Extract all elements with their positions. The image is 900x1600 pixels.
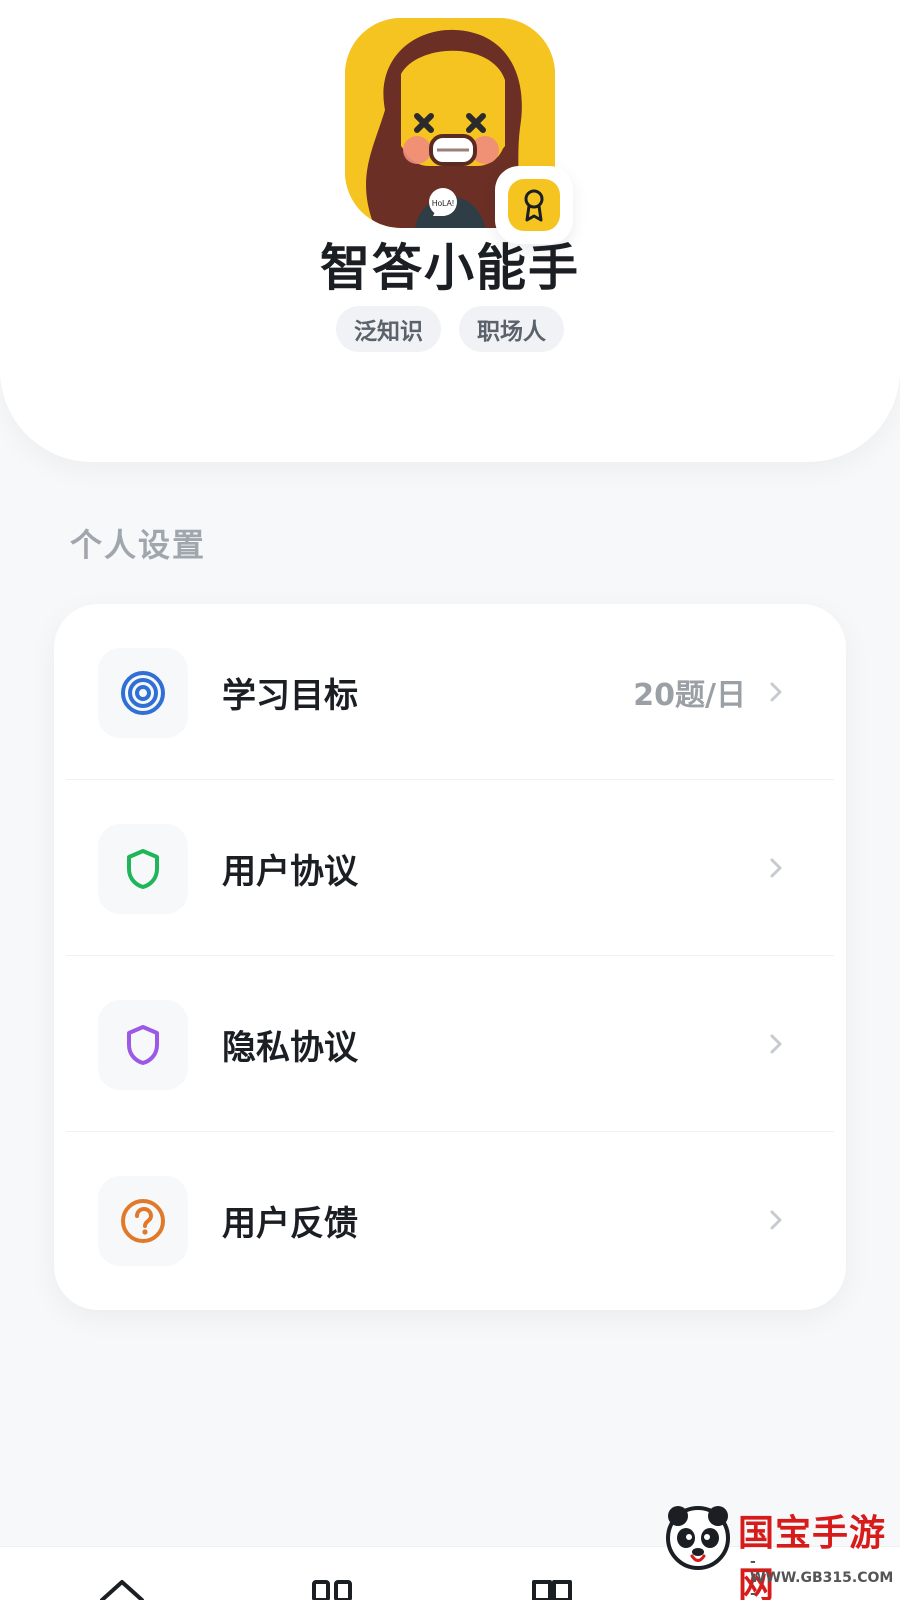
setting-row-user-agreement[interactable]: 用户协议 (54, 780, 846, 956)
award-icon (524, 189, 544, 222)
question-circle-icon (121, 1199, 165, 1243)
chevron-right-icon (770, 1034, 782, 1054)
chevron-right-icon (770, 682, 782, 702)
watermark-subtitle: - WWW.GB315.COM - (750, 1554, 894, 1600)
watermark: 国宝手游网 - WWW.GB315.COM - (646, 1482, 900, 1600)
profile-tags: 泛知识 职场人 (0, 306, 900, 352)
setting-value: 20题/日 (633, 678, 746, 713)
setting-icon-box (98, 1176, 188, 1266)
chevron-right-icon (770, 858, 782, 878)
target-icon (121, 671, 165, 715)
setting-label: 用户反馈 (222, 1203, 358, 1244)
book-tab-icon[interactable] (526, 1576, 578, 1600)
shield-icon (127, 849, 159, 889)
setting-icon-box (98, 824, 188, 914)
shield-icon (127, 1025, 159, 1065)
grid-tab-icon[interactable] (306, 1576, 358, 1600)
award-badge-inner (508, 179, 560, 231)
chevron-right-icon (770, 1210, 782, 1230)
home-tab-icon[interactable] (96, 1576, 148, 1600)
profile-card: HoLA! 智答小能手 泛知识 职场人 (0, 0, 900, 462)
setting-label: 隐私协议 (222, 1027, 358, 1068)
panda-logo-icon (666, 1506, 730, 1570)
tag: 泛知识 (336, 306, 441, 352)
section-title: 个人设置 (70, 526, 207, 564)
setting-label: 学习目标 (222, 675, 358, 716)
profile-name: 智答小能手 (320, 239, 580, 297)
setting-row-learning-goal[interactable]: 学习目标 20题/日 (54, 604, 846, 780)
setting-row-feedback[interactable]: 用户反馈 (54, 1132, 846, 1308)
avatar-wrap[interactable]: HoLA! (345, 18, 573, 244)
settings-card: 学习目标 20题/日 用户协议 隐私协议 用户反馈 (54, 604, 846, 1310)
setting-row-privacy-policy[interactable]: 隐私协议 (54, 956, 846, 1132)
svg-text:HoLA!: HoLA! (432, 199, 454, 208)
tag: 职场人 (459, 306, 564, 352)
setting-icon-box (98, 648, 188, 738)
setting-icon-box (98, 1000, 188, 1090)
setting-label: 用户协议 (222, 851, 358, 892)
